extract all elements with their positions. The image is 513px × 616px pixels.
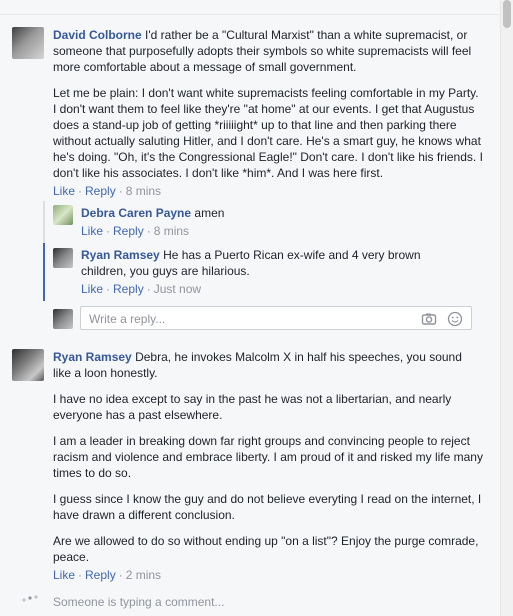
timestamp[interactable]: Just now — [154, 282, 201, 296]
scrollbar[interactable] — [500, 0, 513, 616]
avatar-current-user — [53, 309, 73, 329]
comment-actions: Like · Reply · 2 mins — [53, 568, 162, 582]
emoji-icon[interactable] — [447, 311, 463, 327]
comment-paragraph: Are we allowed to do so without ending u… — [53, 534, 479, 564]
timestamp[interactable]: 2 mins — [126, 568, 161, 582]
avatar-ryan-ramsey[interactable] — [53, 248, 73, 268]
scroll-thumb[interactable] — [503, 0, 511, 28]
timestamp[interactable]: 8 mins — [154, 224, 189, 238]
like-link[interactable]: Like — [81, 282, 103, 296]
timestamp[interactable]: 8 mins — [126, 184, 161, 198]
new-reply-highlight — [43, 243, 45, 301]
like-link[interactable]: Like — [53, 568, 75, 582]
reply-link[interactable]: Reply — [113, 282, 144, 296]
divider — [0, 14, 500, 15]
comment-paragraph: Ryan Ramsey Debra, he invokes Malcolm X … — [53, 349, 483, 381]
comment-paragraph: I guess since I know the guy and do not … — [53, 492, 482, 522]
reply-link[interactable]: Reply — [85, 184, 116, 198]
author-name[interactable]: Ryan Ramsey — [53, 350, 132, 364]
reply-link[interactable]: Reply — [85, 568, 116, 582]
like-link[interactable]: Like — [81, 224, 103, 238]
reply-input[interactable] — [87, 310, 411, 328]
comment-paragraph: I have no idea except to say in the past… — [53, 392, 452, 422]
like-link[interactable]: Like — [53, 184, 75, 198]
comment-paragraph: Let me be plain: I don't want white supr… — [53, 86, 483, 180]
avatar-david-colborne[interactable] — [12, 27, 44, 59]
comment-david-colborne: David Colborne I'd rather be a "Cultural… — [53, 27, 483, 199]
reply-actions: Like · Reply · Just now — [81, 282, 202, 296]
author-name[interactable]: David Colborne — [53, 28, 142, 42]
previous-comment-stub — [53, 0, 93, 6]
comment-actions: Like · Reply · 8 mins — [53, 184, 162, 198]
reply-ryan-ramsey: Ryan Ramsey He has a Puerto Rican ex-wif… — [81, 247, 441, 297]
typing-dots-icon — [22, 593, 38, 607]
reply-link[interactable]: Reply — [113, 224, 144, 238]
reply-debra-caren-payne: Debra Caren Payne amen Like · Reply · 8 mins — [81, 205, 481, 239]
author-name[interactable]: Debra Caren Payne — [81, 206, 191, 220]
reply-composer[interactable] — [80, 306, 472, 330]
comment-ryan-ramsey: Ryan Ramsey Debra, he invokes Malcolm X … — [53, 349, 483, 583]
comment-paragraph: I am a leader in breaking down far right… — [53, 434, 483, 480]
typing-indicator-text: Someone is typing a comment... — [53, 595, 225, 609]
avatar-ryan-ramsey[interactable] — [12, 349, 44, 381]
author-name[interactable]: Ryan Ramsey — [81, 248, 160, 262]
reply-text: amen — [194, 206, 225, 220]
reply-actions: Like · Reply · 8 mins — [81, 224, 190, 238]
comment-paragraph: David Colborne I'd rather be a "Cultural… — [53, 27, 483, 75]
avatar-debra-caren-payne[interactable] — [53, 205, 73, 225]
camera-icon[interactable] — [421, 311, 437, 327]
